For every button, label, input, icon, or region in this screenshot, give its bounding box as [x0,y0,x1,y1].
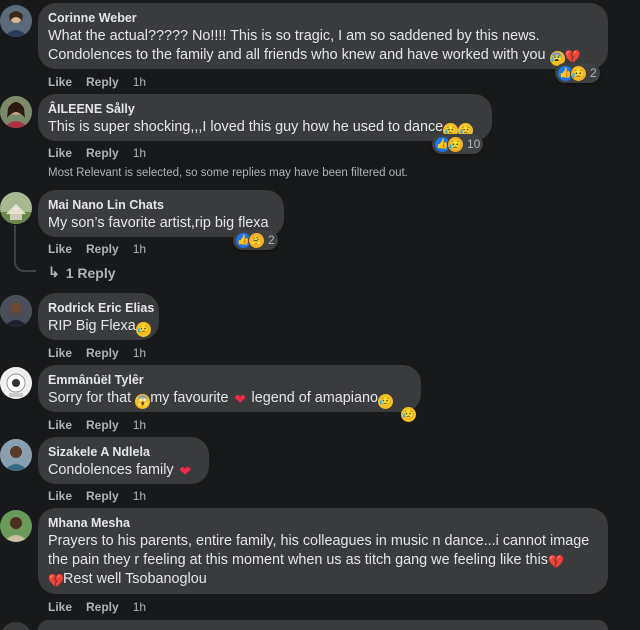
avatar[interactable] [0,295,32,327]
comment-bubble: ÂILEENE Sålly This is super shocking,,,I… [38,94,492,141]
comment-text-line: Condolences to the family and all friend… [48,47,546,63]
reply-button[interactable]: Reply [86,241,119,257]
comment-actions: Like Reply 1h [48,345,146,361]
reply-arrow-icon: ↳ [48,264,60,280]
sad-face-emoji-icon: 😥 [377,394,393,409]
comment-text-line: my favourite [150,390,233,406]
comment-bubble: Sizakele A Ndlela Condolences family ❤ [38,437,209,484]
comment-bubble: Corinne Weber What the actual????? No!!!… [38,3,608,69]
timestamp[interactable]: 1h [133,417,146,433]
comment-author[interactable]: Sizakele A Ndlela [48,444,198,461]
thread-connector [14,225,36,272]
comment-actions: Like Reply 1h [48,145,146,161]
comment-bubble: Mhana Mesha Prayers to his parents, enti… [38,508,608,594]
comment-author[interactable]: ÂILEENE Sålly [48,101,481,118]
sad-reaction-icon: 😥 [570,64,587,82]
comment-text: Prayers to his parents, entire family, h… [48,533,590,549]
comment-text-line: the pain they r feeling at this moment w… [48,552,548,568]
comment-text-line: This is super shocking,,,I loved this gu… [48,119,444,135]
avatar[interactable] [0,192,32,224]
comment-text-line: RIP Big Flexa [48,318,136,334]
reaction-count: 2 [590,66,597,80]
reply-button[interactable]: Reply [86,145,119,161]
comment-text-line: legend of amapiano [247,390,378,406]
comment-text-line: Condolences family [48,462,178,478]
comment-author[interactable]: Mai Nano Lin Chats [48,197,273,214]
reply-button[interactable]: Reply [86,417,119,433]
comment-text: 💔Rest well Tsobanoglou [48,570,597,589]
reaction-count: 10 [467,137,481,151]
avatar[interactable] [0,622,32,630]
broken-heart-emoji-icon: 💔 [547,554,565,569]
timestamp[interactable]: 1h [133,488,146,504]
reply-button[interactable]: Reply [86,599,119,615]
broken-heart-emoji-icon: 💔 [48,573,65,588]
timestamp[interactable]: 1h [133,145,146,161]
like-button[interactable]: Like [48,74,72,90]
timestamp[interactable]: 1h [133,345,146,361]
like-button[interactable]: Like [48,241,72,257]
like-button[interactable]: Like [48,599,72,615]
view-replies-link[interactable]: ↳ 1 Reply [48,264,116,281]
filter-note: Most Relevant is selected, so some repli… [48,167,408,179]
broken-heart-emoji-icon: 💔 [564,49,581,64]
comment-actions: Like Reply 1h [48,241,146,257]
avatar[interactable] [0,439,32,471]
like-button[interactable]: Like [48,417,72,433]
comment-text: Sorry for that 😱my favourite ❤ legend of… [48,389,410,409]
comment-actions: Like Reply 1h [48,488,146,504]
comment-text: What the actual????? No!!!! This is so t… [48,28,540,44]
comment-author[interactable]: Corinne Weber [48,10,597,27]
comment-bubble [38,620,608,630]
reaction-summary[interactable]: 👍 🤗 2 [233,230,278,250]
comment-text: Condolences family ❤ [48,461,198,480]
heart-emoji-icon: ❤ [234,391,246,407]
comment-author[interactable]: Rodrick Eric Elias [48,300,154,317]
like-button[interactable]: Like [48,488,72,504]
reply-button[interactable]: Reply [86,74,119,90]
comment-bubble: Emmânûël Tylêr Sorry for that 😱my favour… [38,365,421,412]
reaction-summary[interactable]: 👍 😥 10 [432,134,484,154]
reaction-count: 2 [268,233,275,247]
reply-button[interactable]: Reply [86,488,119,504]
comment-bubble: Rodrick Eric Elias RIP Big Flexa😥 [38,293,159,340]
comment-text: This is super shocking,,,I loved this gu… [48,118,481,138]
like-button[interactable]: Like [48,345,72,361]
comment-actions: Like Reply 1h [48,599,146,615]
heart-emoji-icon: ❤ [179,463,191,479]
comment-author[interactable]: Emmânûël Tylêr [48,372,410,389]
timestamp[interactable]: 1h [133,241,146,257]
reaction-summary[interactable]: 👍 😥 2 [555,63,600,83]
sad-face-emoji-icon: 😥 [135,322,151,337]
sad-face-emoji-icon: 😥 [401,407,416,422]
comment-author[interactable]: Mhana Mesha [48,515,597,532]
replies-count-label: 1 Reply [65,264,116,281]
comment-text: RIP Big Flexa😥 [48,317,151,337]
avatar[interactable] [0,96,32,128]
comment-text-line: Sorry for that [48,390,136,406]
avatar[interactable] [0,510,32,542]
comment-text: Condolences to the family and all friend… [48,46,597,66]
screaming-face-emoji-icon: 😱 [135,394,151,409]
comment-actions: Like Reply 1h [48,417,146,433]
comment-text: the pain they r feeling at this moment w… [48,551,597,570]
avatar[interactable] [0,367,32,399]
timestamp[interactable]: 1h [133,599,146,615]
like-button[interactable]: Like [48,145,72,161]
timestamp[interactable]: 1h [133,74,146,90]
avatar[interactable] [0,5,32,37]
sad-reaction-icon: 😥 [447,135,464,153]
care-reaction-icon: 🤗 [248,231,265,249]
comment-actions: Like Reply 1h [48,74,146,90]
reply-button[interactable]: Reply [86,345,119,361]
comment-text-line: Rest well Tsobanoglou [63,571,207,587]
